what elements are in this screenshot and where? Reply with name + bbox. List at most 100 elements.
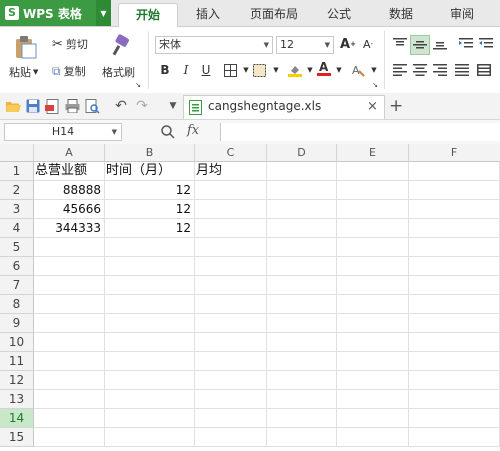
export-pdf-icon[interactable]: [44, 98, 60, 114]
cell-e5[interactable]: [337, 238, 409, 257]
cell-a10[interactable]: [34, 333, 105, 352]
cell-a8[interactable]: [34, 295, 105, 314]
cell-a3[interactable]: 45666: [34, 200, 105, 219]
cell-d9[interactable]: [267, 314, 337, 333]
cell-f5[interactable]: [409, 238, 500, 257]
cell-e15[interactable]: [337, 428, 409, 447]
search-icon[interactable]: [160, 124, 176, 143]
cell-e6[interactable]: [337, 257, 409, 276]
cell-a7[interactable]: [34, 276, 105, 295]
font-name-select[interactable]: 宋体 ▼: [155, 36, 273, 54]
indent-icon[interactable]: [458, 36, 474, 52]
cell-c7[interactable]: [195, 276, 267, 295]
fill-pattern-icon[interactable]: [251, 62, 267, 78]
cell-e10[interactable]: [337, 333, 409, 352]
cell-b9[interactable]: [105, 314, 195, 333]
formula-input[interactable]: [220, 123, 500, 141]
outdent-icon[interactable]: [478, 36, 494, 52]
cell-f4[interactable]: [409, 219, 500, 238]
redo-icon[interactable]: ↷: [134, 98, 150, 114]
cell-f1[interactable]: [409, 162, 500, 181]
cell-b8[interactable]: [105, 295, 195, 314]
cell-c2[interactable]: [195, 181, 267, 200]
row-header-2[interactable]: 2: [0, 181, 34, 200]
cell-c10[interactable]: [195, 333, 267, 352]
cell-d8[interactable]: [267, 295, 337, 314]
cell-a1[interactable]: 总营业额: [34, 162, 105, 181]
file-tab[interactable]: cangshegntage.xls ×: [183, 95, 385, 119]
cell-e2[interactable]: [337, 181, 409, 200]
row-header-6[interactable]: 6: [0, 257, 34, 276]
cell-d3[interactable]: [267, 200, 337, 219]
row-header-14[interactable]: 14: [0, 409, 34, 428]
cell-f6[interactable]: [409, 257, 500, 276]
cell-b2[interactable]: 12: [105, 181, 195, 200]
column-header-e[interactable]: E: [337, 144, 409, 162]
cell-b4[interactable]: 12: [105, 219, 195, 238]
cell-b14[interactable]: [105, 409, 195, 428]
tab-review[interactable]: 审阅: [441, 3, 483, 26]
row-header-15[interactable]: 15: [0, 428, 34, 447]
row-header-5[interactable]: 5: [0, 238, 34, 257]
cell-f10[interactable]: [409, 333, 500, 352]
row-header-12[interactable]: 12: [0, 371, 34, 390]
chevron-down-icon[interactable]: ▼: [96, 0, 111, 26]
cell-d1[interactable]: [267, 162, 337, 181]
close-icon[interactable]: ×: [367, 99, 378, 114]
column-header-overflow[interactable]: [475, 144, 500, 162]
cell-d14[interactable]: [267, 409, 337, 428]
row-header-1[interactable]: 1: [0, 162, 34, 181]
row-header-7[interactable]: 7: [0, 276, 34, 295]
cell-f15[interactable]: [409, 428, 500, 447]
column-header-b[interactable]: B: [105, 144, 195, 162]
cell-e1[interactable]: [337, 162, 409, 181]
cell-a5[interactable]: [34, 238, 105, 257]
column-header-a[interactable]: A: [34, 144, 105, 162]
tab-data[interactable]: 数据: [380, 3, 422, 26]
cell-b12[interactable]: [105, 371, 195, 390]
row-header-4[interactable]: 4: [0, 219, 34, 238]
cell-d4[interactable]: [267, 219, 337, 238]
print-icon[interactable]: [64, 98, 80, 114]
align-left-icon[interactable]: [392, 62, 408, 78]
align-center-icon[interactable]: [412, 62, 428, 78]
new-tab-icon[interactable]: +: [389, 96, 403, 116]
cell-c9[interactable]: [195, 314, 267, 333]
column-header-d[interactable]: D: [267, 144, 337, 162]
cut-button[interactable]: ✂ 剪切: [52, 36, 88, 52]
dialog-launcher-icon[interactable]: ↘: [370, 80, 380, 90]
cell-f2[interactable]: [409, 181, 500, 200]
cell-a4[interactable]: 344333: [34, 219, 105, 238]
cell-f9[interactable]: [409, 314, 500, 333]
row-header-13[interactable]: 13: [0, 390, 34, 409]
app-menu-button[interactable]: S WPS 表格: [0, 0, 96, 26]
justify-icon[interactable]: [454, 62, 470, 78]
cell-e7[interactable]: [337, 276, 409, 295]
align-middle-icon[interactable]: [410, 35, 430, 55]
paste-button[interactable]: 粘贴 ▼: [9, 64, 38, 80]
shrink-font-button[interactable]: A-: [360, 36, 376, 52]
cell-f3[interactable]: [409, 200, 500, 219]
font-size-select[interactable]: 12 ▼: [276, 36, 334, 54]
bold-button[interactable]: B: [157, 62, 173, 78]
cell-f14[interactable]: [409, 409, 500, 428]
cell-d13[interactable]: [267, 390, 337, 409]
cell-d7[interactable]: [267, 276, 337, 295]
underline-button[interactable]: U: [198, 62, 214, 78]
row-header-8[interactable]: 8: [0, 295, 34, 314]
chevron-down-icon[interactable]: ▼: [331, 62, 347, 78]
cell-d6[interactable]: [267, 257, 337, 276]
cell-e12[interactable]: [337, 371, 409, 390]
clear-format-icon[interactable]: A: [350, 62, 366, 78]
cell-a14[interactable]: [34, 409, 105, 428]
cell-f11[interactable]: [409, 352, 500, 371]
open-folder-icon[interactable]: [5, 98, 21, 114]
distributed-align-icon[interactable]: [476, 62, 492, 78]
chevron-down-icon[interactable]: ▼: [366, 62, 382, 78]
tab-page-layout[interactable]: 页面布局: [242, 3, 306, 26]
tab-insert[interactable]: 插入: [185, 3, 231, 26]
copy-button[interactable]: ⧉ 复制: [52, 63, 86, 79]
cell-e4[interactable]: [337, 219, 409, 238]
cell-b10[interactable]: [105, 333, 195, 352]
cell-c5[interactable]: [195, 238, 267, 257]
